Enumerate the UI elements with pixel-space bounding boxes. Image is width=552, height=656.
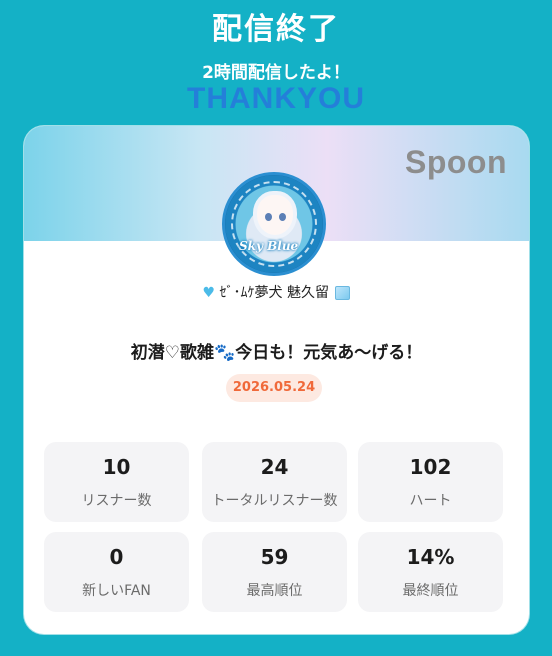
stat-value: 10 xyxy=(102,455,131,479)
page-subtitle: 2時間配信したよ！ xyxy=(202,63,350,83)
date-badge: 2026.05.24 xyxy=(226,374,322,402)
stat-label: 新しいFAN xyxy=(82,583,151,599)
stat-value: 102 xyxy=(409,455,452,479)
username: ♥ ｾﾞ･ﾑｹ夢犬 魅久留 xyxy=(24,282,529,302)
stat-label: 最高順位 xyxy=(246,583,303,599)
stream-summary-card: Spoon Sky Blue ♥ ｾﾞ･ﾑｹ夢犬 魅久留 初潜♡歌雑🐾今日も！元… xyxy=(24,126,529,634)
username-text: ｾﾞ･ﾑｹ夢犬 魅久留 xyxy=(219,285,329,301)
stat-total-listeners: 24 トータルリスナー数 xyxy=(202,442,347,522)
stat-label: 最終順位 xyxy=(402,583,459,599)
stat-value: 14% xyxy=(406,545,455,569)
stat-hearts: 102 ハート xyxy=(358,442,503,522)
ice-cube-icon xyxy=(335,286,351,300)
stat-label: トータルリスナー数 xyxy=(211,493,338,509)
avatar-eye-right xyxy=(279,213,286,221)
page-title: 配信終了 xyxy=(212,12,340,47)
stat-new-fans: 0 新しいFAN xyxy=(44,532,189,612)
brand-logo: Spoon xyxy=(404,144,507,180)
avatar-eye-left xyxy=(265,213,272,221)
stat-value: 59 xyxy=(260,545,289,569)
stream-title: 初潜♡歌雑🐾今日も！元気あ〜げる！ xyxy=(130,343,423,363)
blue-heart-icon: ♥ xyxy=(202,285,216,301)
avatar-face xyxy=(257,195,293,235)
stat-value: 24 xyxy=(260,455,289,479)
stat-label: リスナー数 xyxy=(81,493,152,509)
stat-value: 0 xyxy=(109,545,124,569)
avatar[interactable]: Sky Blue xyxy=(222,172,326,276)
thankyou-banner: THANKYOU xyxy=(187,82,365,115)
avatar-logo-text: Sky Blue xyxy=(239,239,299,253)
stat-listeners: 10 リスナー数 xyxy=(44,442,189,522)
stat-highest-rank: 59 最高順位 xyxy=(202,532,347,612)
stat-label: ハート xyxy=(409,493,452,509)
stat-final-rank: 14% 最終順位 xyxy=(358,532,503,612)
